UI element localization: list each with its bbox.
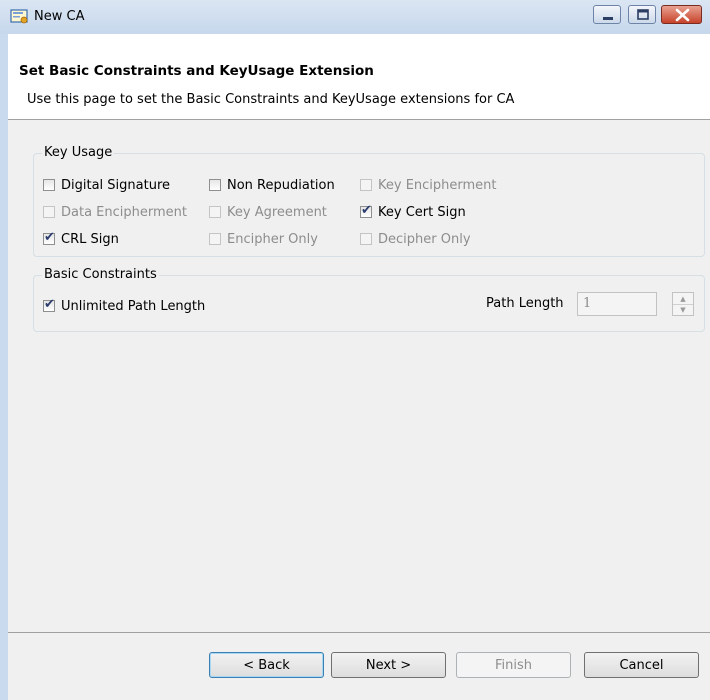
finish-button: Finish [456,652,571,678]
checkbox-key-agreement: Key Agreement [209,203,327,221]
checkmark-icon: ✔ [44,230,55,245]
certificate-app-icon [10,8,30,25]
back-button[interactable]: < Back [209,652,324,678]
arrow-down-icon: ▼ [680,305,686,314]
checkbox-data-encipherment: Data Encipherment [43,203,187,221]
checkbox-box [209,206,221,218]
checkmark-icon: ✔ [44,297,55,312]
checkbox-crl-sign[interactable]: ✔ CRL Sign [43,230,119,248]
cancel-button[interactable]: Cancel [584,652,699,678]
checkbox-decipher-only: Decipher Only [360,230,471,248]
basic-constraints-group-label: Basic Constraints [42,267,159,282]
path-length-spinner: ▲ ▼ [672,292,694,316]
checkbox-box[interactable] [43,179,55,191]
checkbox-box[interactable]: ✔ [43,297,55,312]
page-title: Set Basic Constraints and KeyUsage Exten… [19,63,374,79]
checkbox-non-repudiation[interactable]: Non Repudiation [209,176,335,194]
minimize-button[interactable] [593,5,621,24]
window-title: New CA [34,9,85,24]
checkbox-encipher-only: Encipher Only [209,230,318,248]
close-button[interactable] [661,5,702,24]
page-description: Use this page to set the Basic Constrain… [27,92,515,107]
checkbox-box[interactable] [209,179,221,191]
checkbox-box [360,233,372,245]
checkbox-digital-signature[interactable]: Digital Signature [43,176,170,194]
checkmark-icon: ✔ [361,203,372,218]
checkbox-box [43,206,55,218]
path-length-input: 1 [577,292,657,316]
maximize-button[interactable] [628,5,656,24]
checkbox-key-cert-sign[interactable]: ✔ Key Cert Sign [360,203,466,221]
checkbox-box[interactable]: ✔ [43,230,55,245]
next-button[interactable]: Next > [331,652,446,678]
checkbox-box [209,233,221,245]
key-usage-group-label: Key Usage [42,145,115,160]
checkbox-box [360,179,372,191]
checkbox-box[interactable]: ✔ [360,203,372,218]
window-frame-left [0,34,8,700]
path-length-label: Path Length [486,296,564,311]
checkbox-unlimited-path-length[interactable]: ✔ Unlimited Path Length [43,297,205,315]
checkbox-key-encipherment: Key Encipherment [360,176,497,194]
